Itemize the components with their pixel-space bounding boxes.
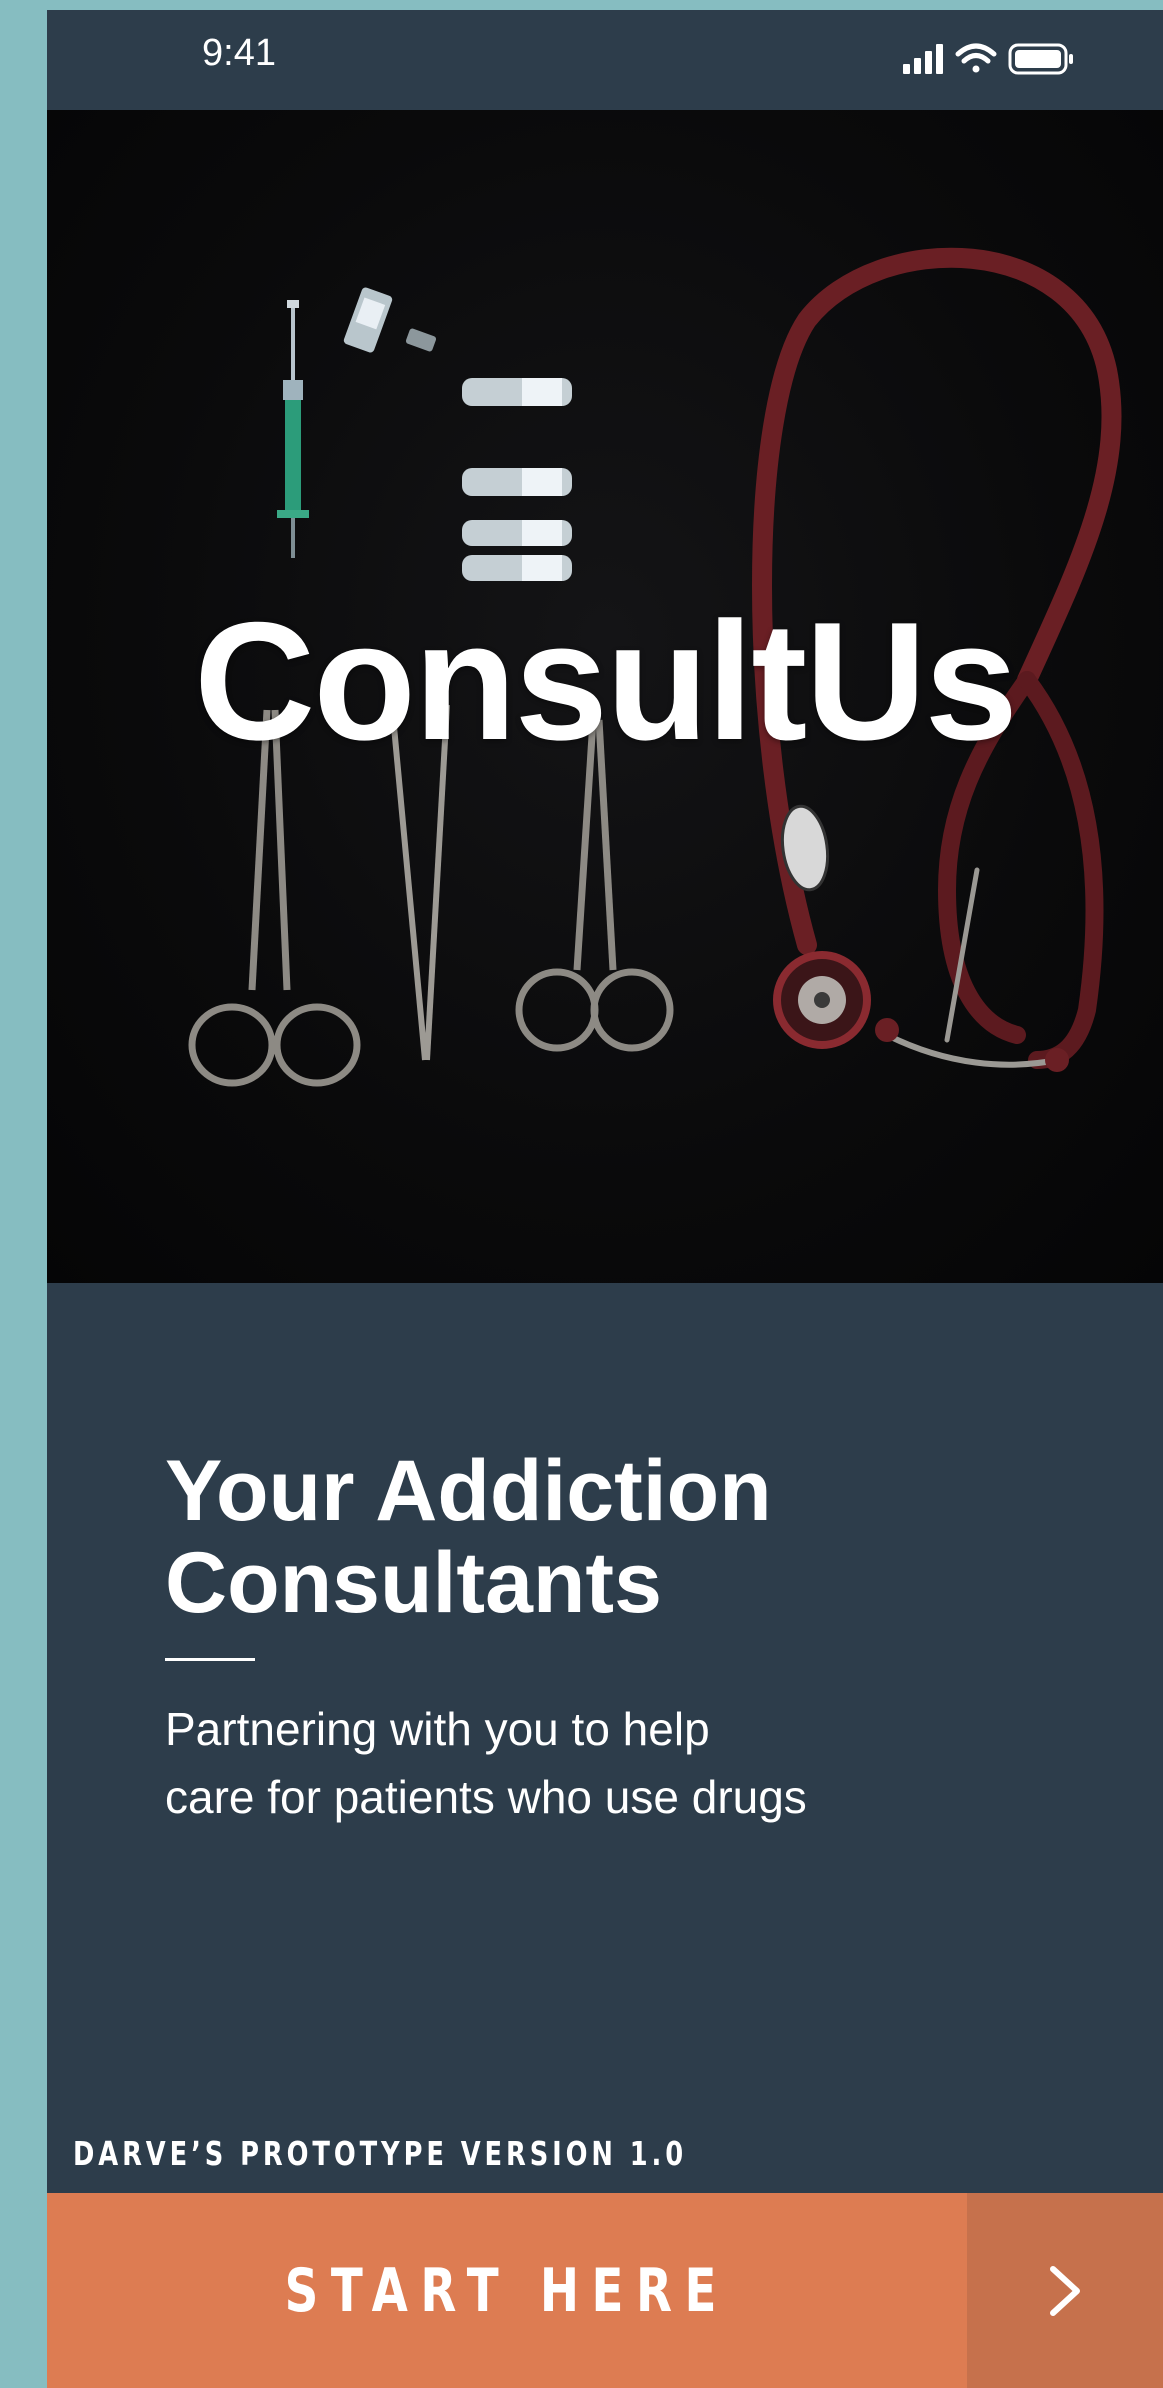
status-time: 9:41 xyxy=(202,32,276,74)
next-arrow-button[interactable] xyxy=(967,2193,1163,2388)
chevron-right-icon xyxy=(1050,2265,1080,2316)
version-label: DARVE’S PROTOTYPE VERSION 1.0 xyxy=(73,2134,688,2173)
headline-divider xyxy=(165,1658,255,1661)
start-here-label: START HERE xyxy=(284,2255,730,2326)
page-headline: Your Addiction Consultants xyxy=(165,1443,772,1631)
status-icons xyxy=(903,43,1073,75)
vial-icon xyxy=(343,287,437,353)
battery-icon xyxy=(1008,43,1073,75)
wifi-icon xyxy=(955,43,997,73)
syringe-icon xyxy=(277,300,309,558)
start-here-button[interactable]: START HERE xyxy=(47,2193,967,2388)
brand-title: ConsultUs xyxy=(194,587,1018,775)
cellular-signal-icon xyxy=(903,44,943,74)
page-tagline: Partnering with you to help care for pat… xyxy=(165,1703,807,1823)
app-screen: 9:41 ConsultUs Your Addiction Consultant… xyxy=(47,10,1163,2388)
hero-image: ConsultUs xyxy=(47,110,1163,1283)
ampoule-icon xyxy=(462,378,572,581)
status-bar: 9:41 xyxy=(47,10,1163,110)
page-top-strip xyxy=(0,0,1163,10)
